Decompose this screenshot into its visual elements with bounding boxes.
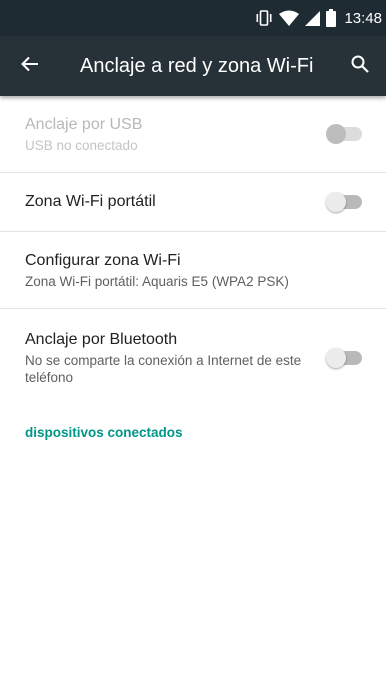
back-button[interactable] <box>2 36 58 96</box>
setting-summary: Zona Wi-Fi portátil: Aquaris E5 (WPA2 PS… <box>25 273 289 289</box>
setting-portable-hotspot[interactable]: Zona Wi-Fi portátil <box>0 173 386 232</box>
settings-list: Anclaje por USB USB no conectado Zona Wi… <box>0 96 386 407</box>
search-button[interactable] <box>338 36 382 96</box>
setting-title: Anclaje por Bluetooth <box>25 331 178 348</box>
setting-title: Configurar zona Wi-Fi <box>25 251 181 269</box>
setting-title: Anclaje por USB <box>25 115 143 133</box>
wifi-icon <box>279 10 300 26</box>
setting-summary: No se comparte la conexión a Internet de… <box>25 353 302 385</box>
status-time: 13:48 <box>344 9 382 27</box>
setting-summary: USB no conectado <box>25 137 138 153</box>
setting-title: Zona Wi-Fi portátil <box>25 193 156 210</box>
portable-hotspot-switch[interactable] <box>326 192 364 212</box>
battery-icon <box>326 9 337 27</box>
setting-bluetooth-tethering[interactable]: Anclaje por Bluetooth No se comparte la … <box>0 309 386 407</box>
vibrate-icon <box>255 10 273 26</box>
signal-icon <box>305 10 321 26</box>
page-title: Anclaje a red y zona Wi-Fi <box>80 54 314 77</box>
search-icon <box>351 55 369 77</box>
usb-tethering-switch <box>326 124 364 144</box>
setting-configure-hotspot[interactable]: Configurar zona Wi-Fi Zona Wi-Fi portáti… <box>0 232 386 309</box>
bluetooth-tethering-switch[interactable] <box>326 348 364 368</box>
arrow-back-icon <box>21 56 39 76</box>
toolbar: Anclaje a red y zona Wi-Fi <box>0 36 386 96</box>
status-bar: 13:48 <box>0 0 386 36</box>
setting-usb-tethering: Anclaje por USB USB no conectado <box>0 96 386 173</box>
status-icons: 13:48 <box>255 9 382 27</box>
section-header-connected-devices: dispositivos conectados <box>25 425 183 440</box>
